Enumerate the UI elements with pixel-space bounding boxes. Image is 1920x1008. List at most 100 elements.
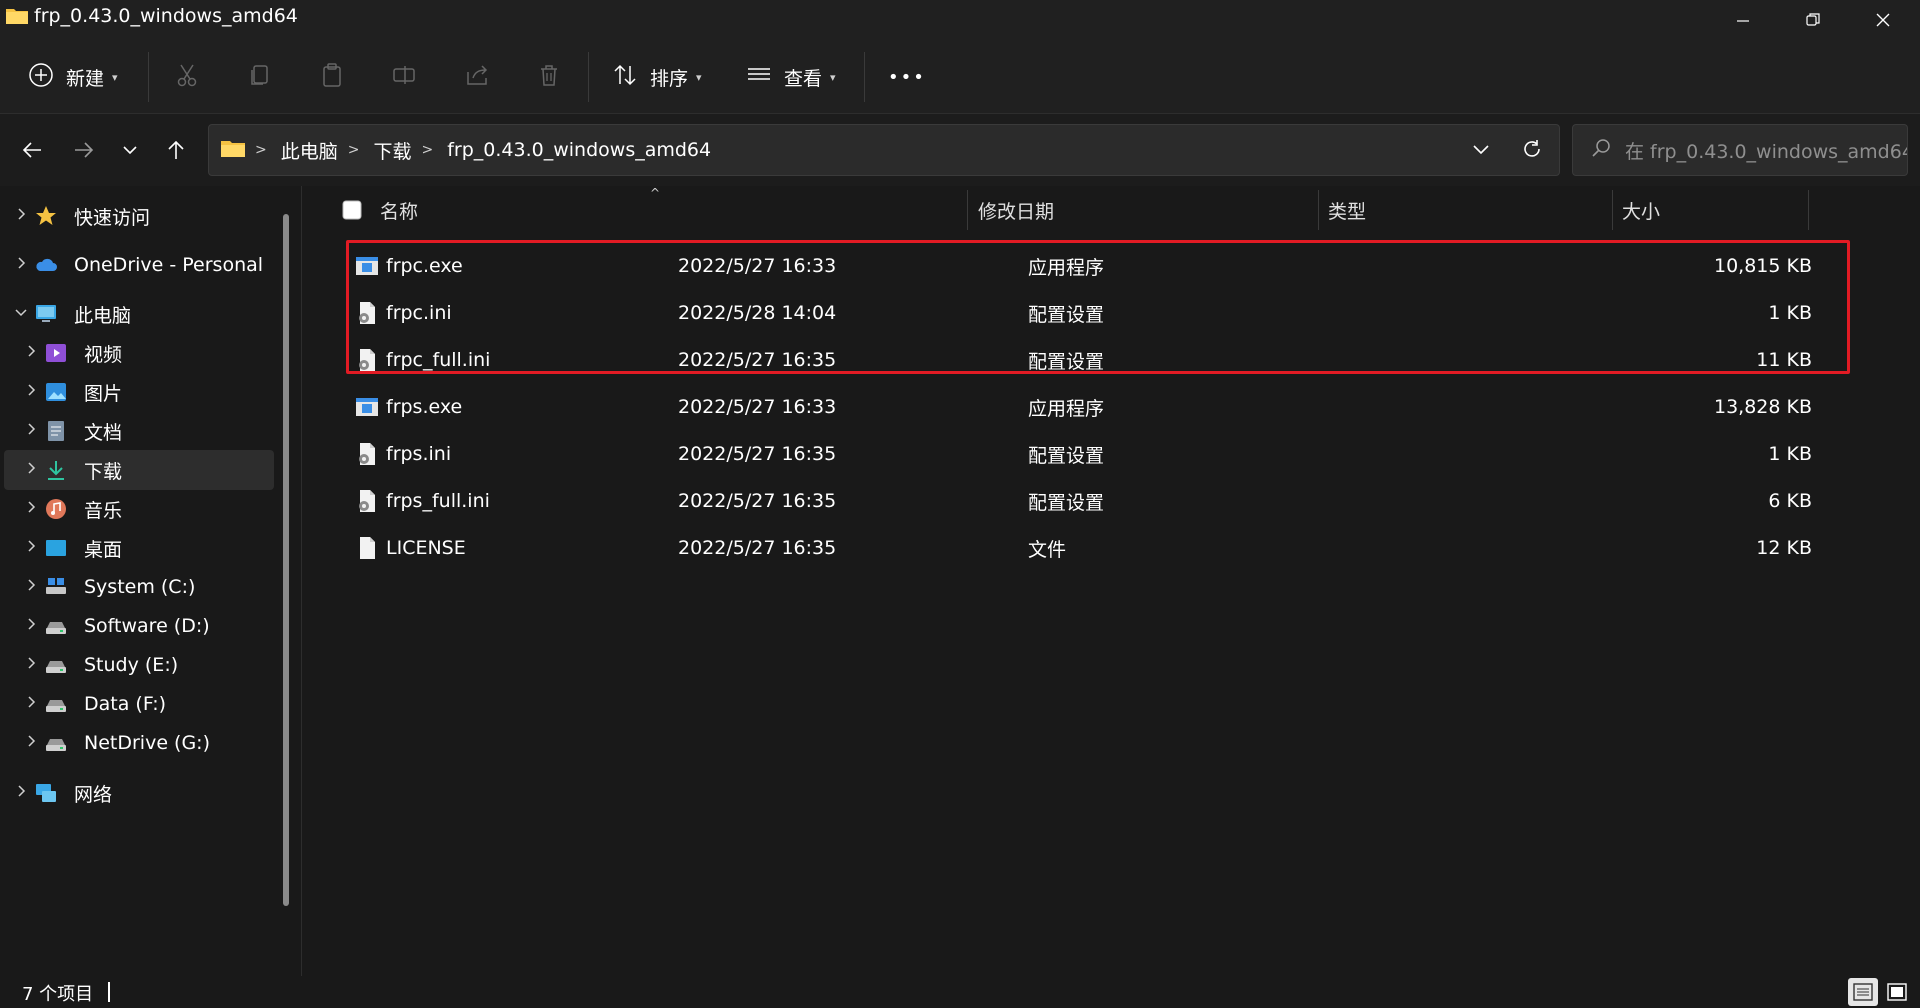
new-label: 新建 [66, 67, 105, 90]
file-size: 1 KB [1768, 443, 1812, 465]
back-button[interactable] [14, 134, 50, 170]
pictures-icon [44, 380, 68, 404]
paste-button[interactable] [319, 55, 345, 99]
column-header-name[interactable]: 名称 [380, 186, 418, 234]
sidebar-item[interactable]: 快速访问 [4, 196, 274, 236]
cut-button[interactable] [174, 55, 200, 99]
sidebar-item-label: Data (F:) [84, 693, 167, 715]
chevron-right-icon[interactable] [24, 539, 38, 557]
exe-icon [355, 395, 379, 419]
drive-icon [44, 692, 68, 716]
address-bar[interactable]: > 此电脑 > 下载 > frp_0.43.0_windows_amd64 [208, 124, 1560, 176]
breadcrumb-separator: > [347, 142, 360, 158]
more-icon: ••• [888, 66, 926, 88]
refresh-icon[interactable] [1521, 138, 1543, 165]
sidebar-item[interactable]: 图片 [4, 372, 274, 412]
more-options-button[interactable]: ••• [888, 55, 926, 99]
sidebar-item[interactable]: 音乐 [4, 489, 274, 529]
search-icon [1591, 138, 1611, 163]
toolbar-divider [864, 52, 865, 102]
sidebar-item[interactable]: NetDrive (G:) [4, 723, 274, 763]
chevron-right-icon[interactable] [14, 784, 28, 802]
address-dropdown-icon[interactable] [1471, 139, 1491, 164]
sidebar-item[interactable]: Data (F:) [4, 684, 274, 724]
sidebar-item[interactable]: 网络 [4, 773, 274, 813]
video-icon [44, 341, 68, 365]
chevron-right-icon[interactable] [24, 734, 38, 752]
rename-button[interactable] [391, 55, 417, 99]
new-button[interactable]: 新建 ▾ [28, 55, 118, 99]
chevron-right-icon[interactable] [24, 578, 38, 596]
search-input[interactable]: 在 frp_0.43.0_windows_amd64... [1572, 124, 1908, 176]
chevron-right-icon[interactable] [24, 617, 38, 635]
tiles-view-button[interactable] [1882, 978, 1912, 1006]
file-row[interactable]: LICENSE 2022/5/27 16:35 文件 12 KB [342, 525, 1812, 571]
file-row[interactable]: frps.ini 2022/5/27 16:35 配置设置 1 KB [342, 431, 1812, 477]
sidebar-item[interactable]: Study (E:) [4, 645, 274, 685]
column-header-type[interactable]: 类型 [1328, 186, 1366, 234]
share-button[interactable] [464, 55, 490, 99]
sort-ascending-icon: ^ [650, 186, 661, 200]
system-drive-icon [44, 575, 68, 599]
column-header-size[interactable]: 大小 [1622, 186, 1660, 234]
toolbar-divider [588, 52, 589, 102]
copy-button[interactable] [247, 55, 273, 99]
chevron-right-icon[interactable] [24, 461, 38, 479]
sort-button[interactable]: 排序 ▾ [612, 55, 702, 99]
close-button[interactable] [1848, 0, 1918, 40]
chevron-right-icon[interactable] [24, 656, 38, 674]
sidebar-item-label: 网络 [74, 783, 113, 806]
sidebar-item[interactable]: 此电脑 [4, 294, 274, 334]
file-row[interactable]: frps.exe 2022/5/27 16:33 应用程序 13,828 KB [342, 384, 1812, 430]
chevron-down-icon[interactable] [14, 305, 28, 323]
chevron-right-icon[interactable] [14, 207, 28, 225]
file-modified-date: 2022/5/27 16:33 [678, 396, 837, 418]
sidebar-item[interactable]: 文档 [4, 411, 274, 451]
chevron-right-icon[interactable] [24, 344, 38, 362]
chevron-right-icon[interactable] [24, 500, 38, 518]
breadcrumb-this-pc[interactable]: 此电脑 [281, 137, 338, 164]
file-type: 应用程序 [1028, 397, 1105, 420]
navigation-pane: 快速访问 OneDrive - Personal 此电脑视频图片 文档 下载 音乐 桌面 Sy… [0, 186, 302, 976]
details-view-button[interactable] [1848, 978, 1878, 1006]
file-modified-date: 2022/5/27 16:35 [678, 490, 837, 512]
desktop-icon [44, 536, 68, 560]
select-all-checkbox[interactable] [342, 186, 362, 234]
sidebar-scrollbar[interactable] [283, 214, 289, 906]
sidebar-item[interactable]: System (C:) [4, 567, 274, 607]
rename-icon [391, 62, 417, 93]
recent-locations-button[interactable] [112, 134, 148, 170]
breadcrumb-current-folder[interactable]: frp_0.43.0_windows_amd64 [447, 139, 711, 161]
file-size: 13,828 KB [1713, 396, 1812, 418]
command-bar: 新建 ▾ 排序 ▾ 查看 ▾ ••• [0, 40, 1920, 114]
sidebar-item[interactable]: Software (D:) [4, 606, 274, 646]
chevron-right-icon[interactable] [14, 256, 28, 274]
sidebar-item-label: 视频 [84, 343, 123, 366]
minimize-button[interactable] [1708, 0, 1778, 40]
restore-button[interactable] [1778, 0, 1848, 40]
up-button[interactable] [158, 134, 194, 170]
arrow-right-icon [73, 139, 95, 166]
chevron-down-icon [122, 141, 138, 163]
column-divider[interactable] [1318, 190, 1319, 230]
chevron-right-icon[interactable] [24, 383, 38, 401]
column-divider[interactable] [1808, 190, 1809, 230]
sidebar-item[interactable]: 桌面 [4, 528, 274, 568]
ini-icon [355, 489, 379, 513]
chevron-right-icon[interactable] [24, 695, 38, 713]
view-button[interactable]: 查看 ▾ [746, 55, 836, 99]
chevron-right-icon[interactable] [24, 422, 38, 440]
sidebar-item[interactable]: 视频 [4, 333, 274, 373]
file-row[interactable]: frps_full.ini 2022/5/27 16:35 配置设置 6 KB [342, 478, 1812, 524]
sidebar-item[interactable]: 下载 [4, 450, 274, 490]
delete-button[interactable] [536, 55, 562, 99]
column-divider[interactable] [1612, 190, 1613, 230]
column-header-modified[interactable]: 修改日期 [978, 186, 1054, 234]
forward-button[interactable] [66, 134, 102, 170]
computer-icon [34, 302, 58, 326]
plus-circle-icon [28, 62, 54, 93]
breadcrumb-downloads[interactable]: 下载 [373, 137, 411, 164]
column-divider[interactable] [967, 190, 968, 230]
download-icon [44, 458, 68, 482]
sidebar-item[interactable]: OneDrive - Personal [4, 245, 274, 285]
